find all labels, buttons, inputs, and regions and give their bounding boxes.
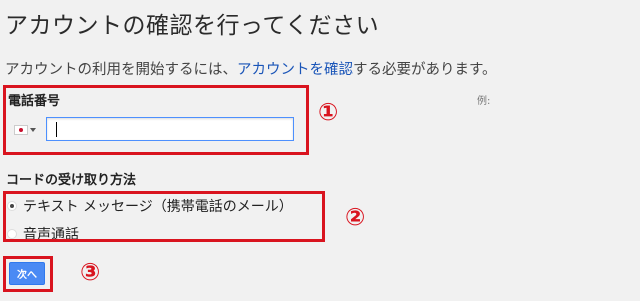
highlight-box-next	[3, 256, 53, 292]
phone-example-label: 例:	[477, 96, 491, 107]
verify-account-link[interactable]: アカウントを確認	[237, 62, 353, 78]
annotation-number-1: ①	[318, 98, 339, 126]
description-suffix: する必要があります。	[353, 62, 497, 78]
description-prefix: アカウントの利用を開始するには、	[5, 62, 237, 78]
highlight-box-method	[3, 191, 325, 242]
annotation-number-3: ③	[80, 258, 101, 286]
description-text: アカウントの利用を開始するには、アカウントを確認する必要があります。	[5, 58, 497, 79]
code-method-label: コードの受け取り方法	[6, 173, 137, 188]
highlight-box-phone	[3, 85, 309, 155]
annotation-number-2: ②	[345, 203, 366, 231]
page-title: アカウントの確認を行ってください	[5, 13, 380, 39]
